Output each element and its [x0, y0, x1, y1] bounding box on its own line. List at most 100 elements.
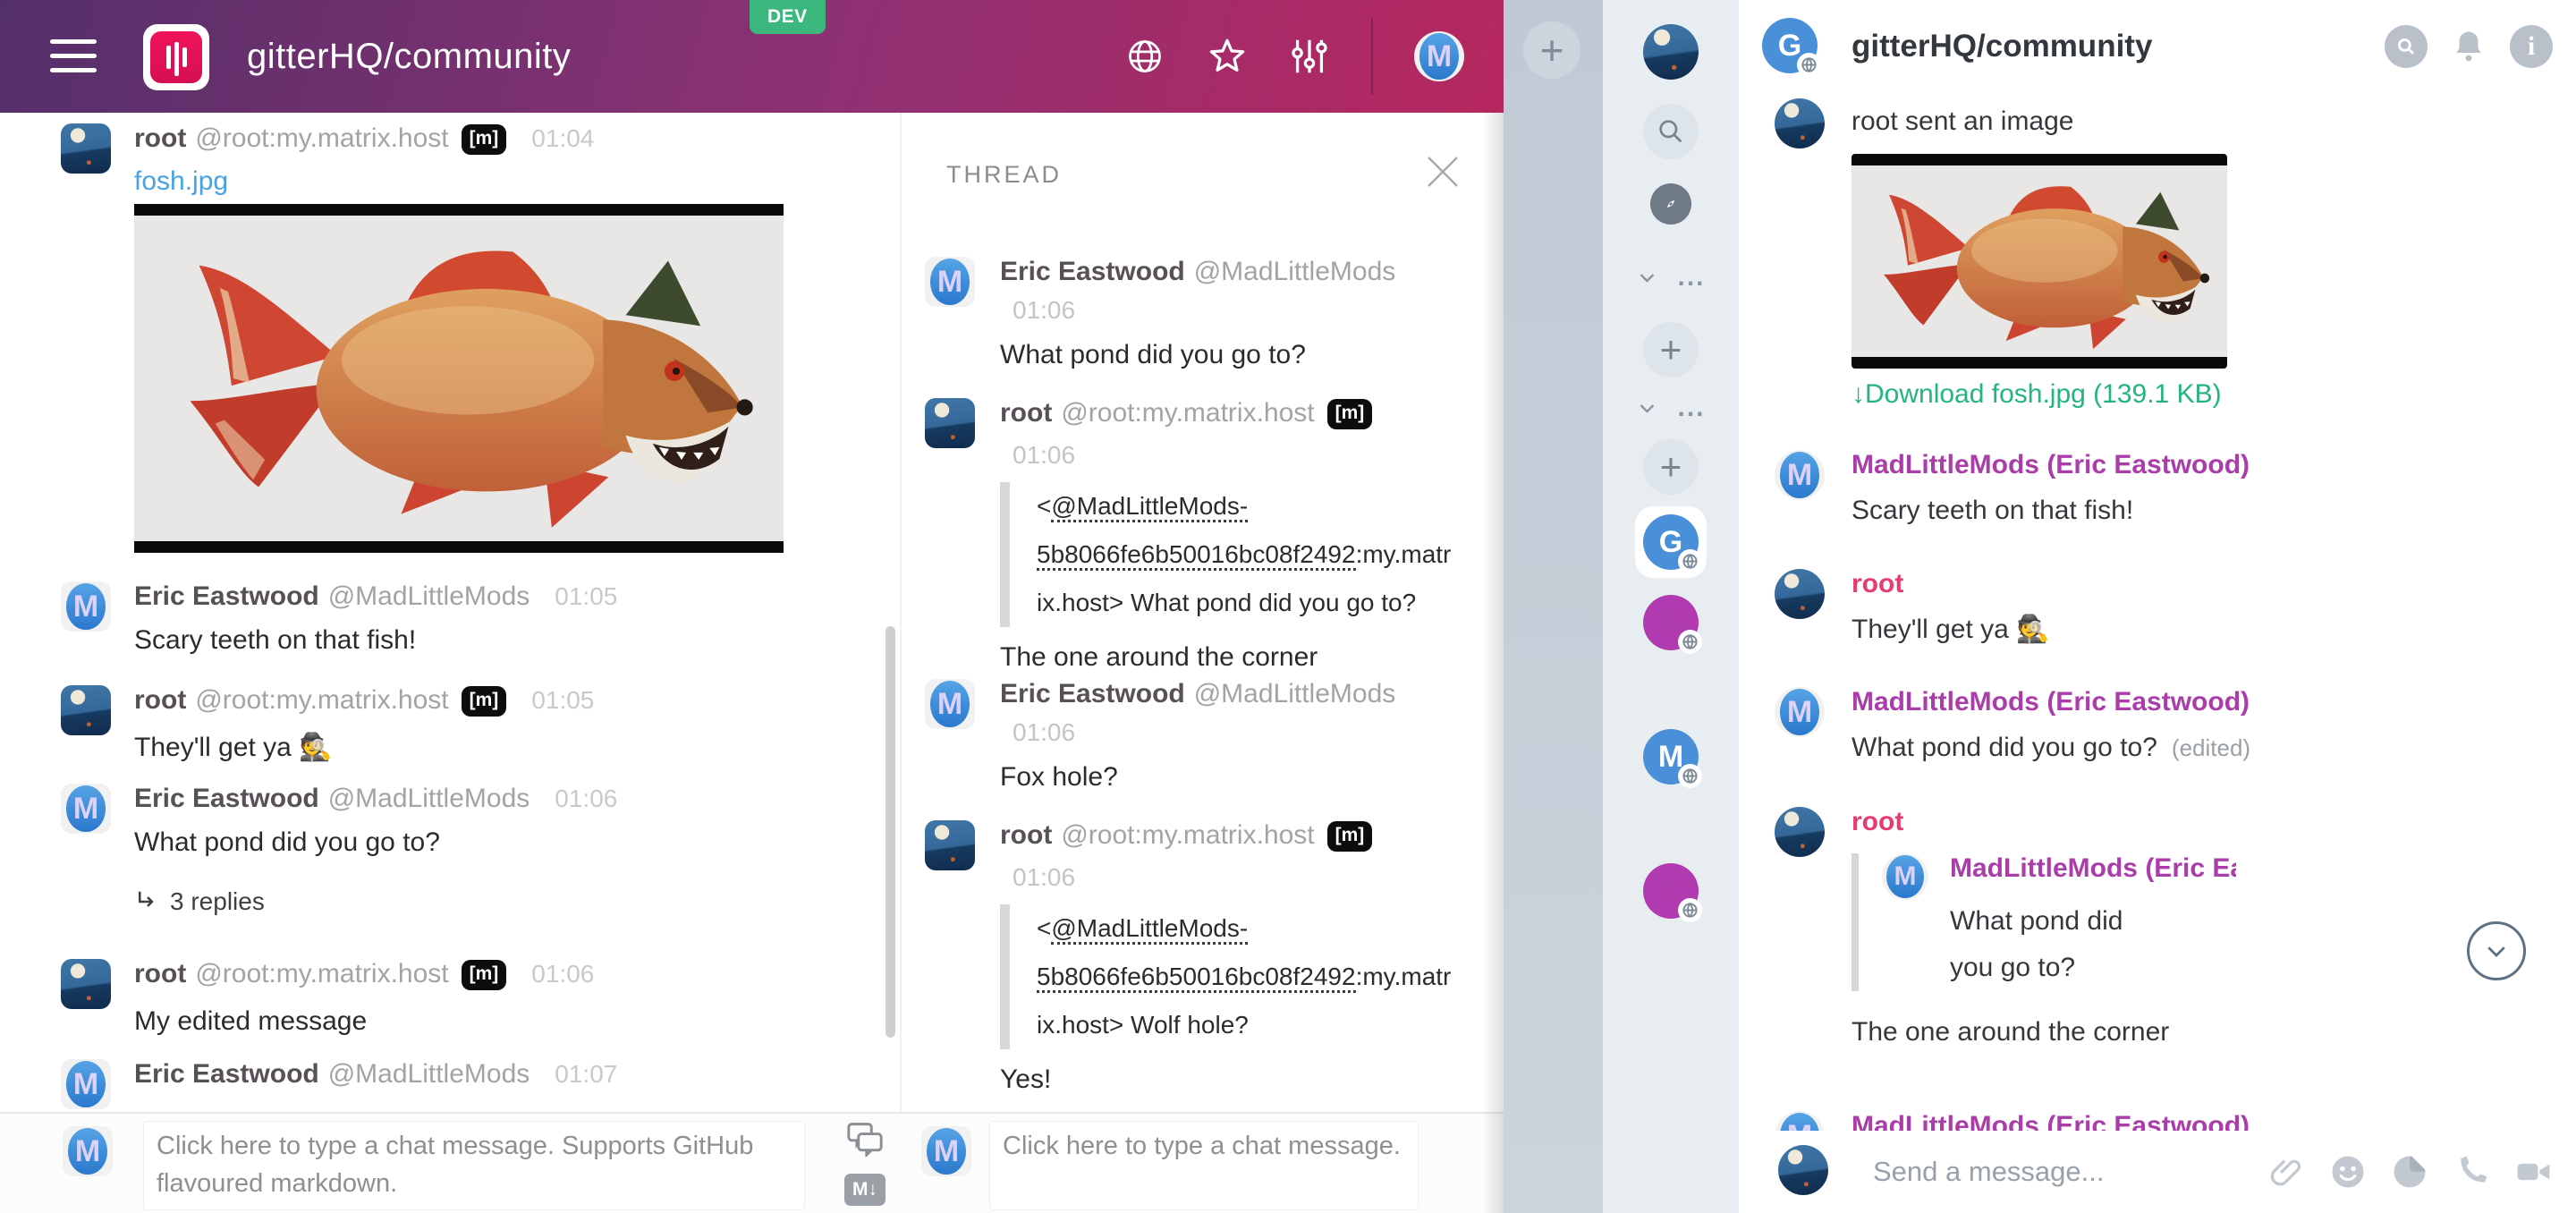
- phone-icon[interactable]: [2452, 1152, 2491, 1192]
- hamburger-menu-icon[interactable]: [50, 39, 97, 73]
- image-attachment[interactable]: [134, 204, 784, 553]
- chat-message[interactable]: root They'll get ya 🕵️: [1775, 569, 2544, 648]
- message-text: What pond did you go to?: [1000, 337, 1395, 373]
- user-avatar[interactable]: [1643, 24, 1699, 80]
- avatar[interactable]: M: [1775, 687, 1825, 737]
- message-text: Yes!: [1000, 1062, 1456, 1098]
- globe-badge-icon: [1678, 549, 1702, 573]
- room-avatar[interactable]: G: [1762, 18, 1812, 68]
- chat-input[interactable]: Click here to type a chat message. Suppo…: [143, 1121, 805, 1210]
- timestamp: 01:06: [555, 785, 617, 812]
- avatar[interactable]: M: [61, 784, 111, 834]
- gitter-message-list[interactable]: root@root:my.matrix.host[m]01:04 fosh.jp…: [0, 113, 902, 1112]
- gitter-logo[interactable]: [143, 24, 209, 90]
- thread-message[interactable]: M Eric Eastwood@MadLittleMods 01:06 What…: [925, 257, 1474, 373]
- info-icon[interactable]: i: [2510, 25, 2553, 68]
- author-name[interactable]: root: [134, 123, 186, 153]
- message-input[interactable]: Send a message...: [1873, 1131, 2105, 1213]
- mention-link[interactable]: @MadLittleMods-5b8066fe6b50016bc08f2492: [1037, 914, 1356, 993]
- paperclip-icon[interactable]: [2267, 1152, 2306, 1192]
- composer-avatar: [1778, 1145, 1828, 1195]
- image-attachment[interactable]: [1852, 154, 2227, 369]
- filter-sliders-icon[interactable]: [1289, 36, 1330, 77]
- chat-message[interactable]: M Eric Eastwood@MadLittleMods01:05 Scary…: [61, 581, 875, 658]
- jump-to-bottom-button[interactable]: [2467, 921, 2526, 980]
- explore-button[interactable]: [1650, 183, 1691, 225]
- author-name[interactable]: MadLittleMods (Eric Eastwood): [1852, 687, 2250, 717]
- matrix-composer: Send a message...: [1739, 1131, 2576, 1213]
- author-name[interactable]: root: [134, 685, 186, 715]
- avatar[interactable]: M: [925, 257, 975, 307]
- chat-message[interactable]: M MadLittleMods (Eric Eastwood) Scary te…: [1775, 450, 2544, 529]
- search-icon[interactable]: [2385, 25, 2428, 68]
- avatar[interactable]: [925, 820, 975, 870]
- author-name[interactable]: Eric Eastwood: [1000, 679, 1185, 708]
- chat-switch-icon[interactable]: [845, 1121, 885, 1161]
- close-icon[interactable]: [1421, 150, 1464, 193]
- author-name[interactable]: root: [1000, 398, 1052, 428]
- avatar[interactable]: M: [1775, 450, 1825, 500]
- thread-chat-input[interactable]: Click here to type a chat message.: [989, 1121, 1419, 1210]
- chat-message[interactable]: root@root:my.matrix.host[m]01:04 fosh.jp…: [61, 123, 875, 553]
- room-item-selected[interactable]: G: [1635, 506, 1707, 578]
- chat-message[interactable]: M MadLittleMods (Eric Eastwood): [1775, 1111, 2544, 1131]
- room-group-header[interactable]: ...: [1636, 397, 1705, 419]
- add-room-button[interactable]: +: [1643, 322, 1699, 377]
- thread-replies-link[interactable]: 3 replies: [134, 887, 617, 916]
- avatar[interactable]: [1775, 807, 1825, 857]
- thread-message[interactable]: root@root:my.matrix.host[m] 01:06 <@MadL…: [925, 820, 1474, 1098]
- scrollbar-thumb[interactable]: [886, 626, 895, 1038]
- current-user-avatar[interactable]: M: [1414, 31, 1464, 81]
- avatar[interactable]: M: [61, 1059, 111, 1109]
- reply-quote[interactable]: M MadLittleMods (Eric Eastwood) What pon…: [1852, 853, 2236, 991]
- avatar[interactable]: [1775, 98, 1825, 148]
- author-name[interactable]: MadLittleMods (Eric Eastwood): [1852, 450, 2250, 480]
- download-link[interactable]: ↓Download fosh.jpg (139.1 KB): [1852, 379, 2227, 410]
- avatar[interactable]: [61, 685, 111, 735]
- avatar[interactable]: [61, 959, 111, 1009]
- chat-message[interactable]: M Eric Eastwood@MadLittleMods01:07: [61, 1059, 875, 1109]
- avatar[interactable]: M: [61, 581, 111, 632]
- matrix-message-list[interactable]: root sent an image: [1739, 93, 2576, 1131]
- chat-message[interactable]: root sent an image: [1775, 98, 2544, 410]
- add-room-button[interactable]: +: [1643, 439, 1699, 495]
- bell-icon[interactable]: [2447, 25, 2490, 68]
- chat-message[interactable]: root M MadLittleMods (Eric Eastwood) Wha…: [1775, 807, 2544, 1050]
- emoji-icon[interactable]: [2328, 1152, 2368, 1192]
- matrix-room-header: G gitterHQ/community: [1739, 0, 2576, 93]
- globe-icon[interactable]: [1124, 36, 1165, 77]
- author-name[interactable]: root: [1852, 807, 2236, 837]
- author-name[interactable]: Eric Eastwood: [1000, 257, 1185, 286]
- chat-message[interactable]: M Eric Eastwood@MadLittleMods01:06 What …: [61, 784, 875, 916]
- author-name[interactable]: Eric Eastwood: [134, 784, 319, 813]
- avatar[interactable]: [1775, 569, 1825, 619]
- avatar[interactable]: [925, 398, 975, 448]
- room-item[interactable]: T: [1643, 863, 1699, 919]
- search-button[interactable]: [1643, 104, 1699, 159]
- markdown-icon[interactable]: M↓: [844, 1174, 886, 1206]
- author-name[interactable]: root: [1852, 569, 2050, 599]
- author-name[interactable]: root: [1000, 820, 1052, 850]
- video-icon[interactable]: [2513, 1152, 2553, 1192]
- chat-message[interactable]: root@root:my.matrix.host[m]01:06 My edit…: [61, 959, 875, 1039]
- gitter-app: gitterHQ/community DEV: [0, 0, 1504, 1213]
- mention-link[interactable]: @MadLittleMods-5b8066fe6b50016bc08f2492: [1037, 492, 1356, 571]
- author-name[interactable]: Eric Eastwood: [134, 581, 319, 611]
- room-item[interactable]: M: [1643, 729, 1699, 785]
- star-icon[interactable]: [1207, 36, 1248, 77]
- chat-message[interactable]: root@root:my.matrix.host[m]01:05 They'll…: [61, 685, 875, 766]
- room-item[interactable]: G: [1643, 595, 1699, 650]
- chat-message[interactable]: M MadLittleMods (Eric Eastwood) What pon…: [1775, 687, 2544, 766]
- thread-message[interactable]: M Eric Eastwood@MadLittleMods 01:06 Fox …: [925, 679, 1474, 795]
- attachment-link[interactable]: fosh.jpg: [134, 166, 784, 197]
- author-name[interactable]: MadLittleMods (Eric Eastwood): [1852, 1111, 2250, 1131]
- avatar[interactable]: [61, 123, 111, 174]
- author-name[interactable]: root: [134, 959, 186, 988]
- sticker-icon[interactable]: [2390, 1152, 2429, 1192]
- room-group-header[interactable]: ...: [1636, 267, 1705, 288]
- add-space-button[interactable]: +: [1523, 21, 1580, 79]
- avatar[interactable]: M: [1775, 1111, 1825, 1131]
- thread-message[interactable]: root@root:my.matrix.host[m] 01:06 <@MadL…: [925, 398, 1474, 675]
- author-name[interactable]: Eric Eastwood: [134, 1059, 319, 1089]
- avatar[interactable]: M: [925, 679, 975, 729]
